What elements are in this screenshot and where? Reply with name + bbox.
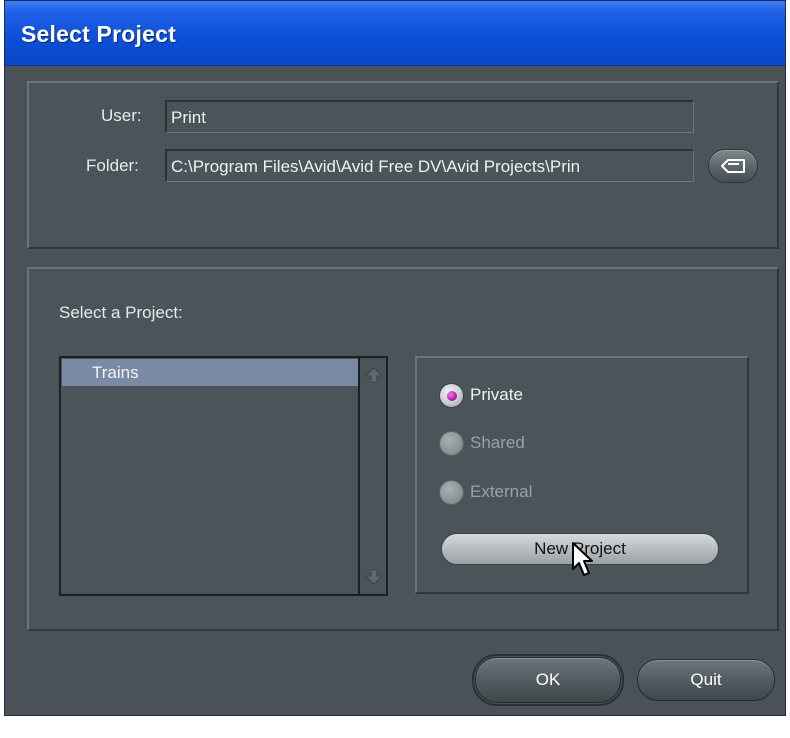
- quit-button[interactable]: Quit: [637, 659, 775, 701]
- folder-browse-button[interactable]: [708, 149, 758, 183]
- list-item[interactable]: Trains: [62, 359, 358, 386]
- arrow-down-icon: [365, 569, 383, 585]
- radio-unselected-icon: [439, 479, 464, 505]
- radio-shared[interactable]: Shared: [439, 429, 525, 457]
- user-field[interactable]: Print: [165, 100, 694, 133]
- radio-selected-icon: [439, 382, 464, 408]
- select-project-dialog: Select Project User: Print Folder: C:\Pr…: [4, 0, 786, 716]
- title-bar[interactable]: Select Project: [5, 1, 785, 66]
- radio-unselected-icon: [439, 430, 464, 456]
- ok-button[interactable]: OK: [472, 654, 624, 706]
- folder-browse-icon: [721, 159, 745, 173]
- quit-label: Quit: [690, 670, 722, 689]
- scroll-down-arrow[interactable]: [365, 568, 383, 586]
- select-project-heading: Select a Project:: [59, 303, 183, 322]
- mouse-pointer-icon: [572, 542, 593, 576]
- user-label: User:: [101, 106, 142, 125]
- project-list[interactable]: Trains: [59, 356, 388, 596]
- radio-private-label: Private: [470, 385, 523, 404]
- radio-external-label: External: [470, 482, 533, 501]
- scroll-up-arrow[interactable]: [365, 366, 383, 384]
- radio-private[interactable]: Private: [439, 381, 523, 409]
- folder-field[interactable]: C:\Program Files\Avid\Avid Free DV\Avid …: [165, 149, 694, 182]
- window-title: Select Project: [21, 21, 176, 47]
- radio-shared-label: Shared: [470, 433, 525, 452]
- ok-label: OK: [535, 670, 561, 689]
- radio-external[interactable]: External: [439, 478, 532, 506]
- project-list-scrollbar[interactable]: [358, 358, 386, 594]
- folder-label: Folder:: [86, 156, 139, 175]
- arrow-up-icon: [365, 367, 383, 383]
